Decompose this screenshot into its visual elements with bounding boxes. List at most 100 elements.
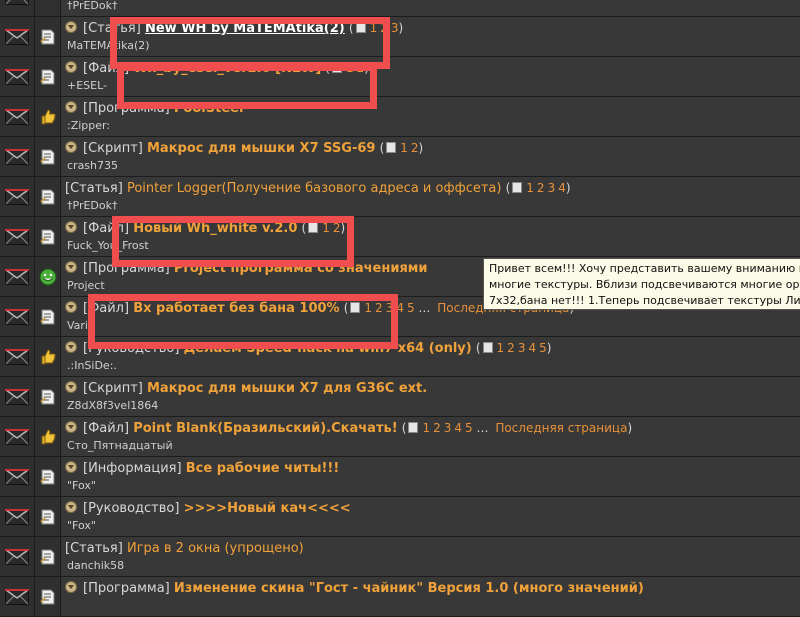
type-cell <box>35 377 61 416</box>
status-cell <box>0 297 35 336</box>
page-link[interactable]: 2 <box>375 301 383 315</box>
page-link[interactable]: 1 <box>422 421 430 435</box>
mail-icon <box>5 269 29 285</box>
page-link[interactable]: 3 <box>444 421 452 435</box>
page-link[interactable]: 3 <box>548 181 556 195</box>
topic-title-link[interactable]: Все рабочие читы!!! <box>186 461 340 476</box>
type-cell <box>35 177 61 216</box>
topic-title-link[interactable]: Project программа со значениями <box>174 261 428 276</box>
topic-title-link[interactable]: Делаем Speed-hack на win7 x64 (only) <box>184 341 472 356</box>
topic-prefix: [Информация] <box>83 461 182 476</box>
topic-row[interactable]: [Файл] Новый Wh_white v.2.0 (1 2) Fuck_You… <box>0 217 800 257</box>
page-link[interactable]: 2 <box>537 181 545 195</box>
topic-title-link[interactable]: Игра в 2 окна (упрощено) <box>127 541 304 556</box>
page-link[interactable]: 3 <box>391 21 399 35</box>
page-link[interactable]: 1 <box>364 301 372 315</box>
topic-title-link[interactable]: Новый Wh_white v.2.0 <box>133 221 297 236</box>
topic-author[interactable]: :Zipper: <box>67 119 110 132</box>
page-link[interactable]: 2 <box>507 341 515 355</box>
topic-title-link[interactable]: Вх работает без бана 100% <box>133 301 339 316</box>
topic-title-link[interactable]: Pointer Logger(Получение базового адреса… <box>127 181 501 196</box>
page-link[interactable]: 2 <box>333 221 341 235</box>
page-link[interactable]: 5 <box>407 301 415 315</box>
page-link[interactable]: 3 <box>518 341 526 355</box>
page-link[interactable]: 2 <box>433 421 441 435</box>
note-icon <box>39 388 57 406</box>
mail-icon <box>5 469 29 485</box>
topic-title-link[interactable]: Макрос для мышки X7 SSG-69 <box>147 141 375 156</box>
topic-bullet-icon <box>65 341 77 353</box>
mail-icon <box>5 109 29 125</box>
topic-author[interactable]: Z8dX8f3vel1864 <box>67 399 158 412</box>
topic-row[interactable]: [Скрипт] Макрос для мышки X7 SSG-69 (1 2)… <box>0 137 800 177</box>
topic-title-link[interactable]: Point Blank(Бразильский).Скачать! <box>133 421 397 436</box>
topic-row[interactable]: [Руководство] >>>>Новый кач<<<< "Fox" <box>0 497 800 537</box>
mail-icon <box>5 349 29 365</box>
last-page-link[interactable]: Последняя страница <box>495 421 627 435</box>
topic-author[interactable]: Project <box>67 279 105 292</box>
topic-row[interactable]: [Статья] Pointer Logger(Получение базово… <box>0 177 800 217</box>
topic-bullet-icon <box>65 301 77 313</box>
page-link[interactable]: 1 <box>526 181 534 195</box>
page-link[interactable]: 1 <box>322 221 330 235</box>
topic-author[interactable]: "Fox" <box>67 479 96 492</box>
topic-row[interactable]: [Файл] Point Blank(Бразильский).Скачать!… <box>0 417 800 457</box>
mail-icon <box>5 509 29 525</box>
page-link[interactable]: 4 <box>528 341 536 355</box>
page-link[interactable]: 5 <box>539 341 547 355</box>
topic-author[interactable]: †PrEDok† <box>67 199 117 212</box>
page-link[interactable]: 3 <box>386 301 394 315</box>
topic-row[interactable]: [Программа] PoolSteel:Zipper: <box>0 97 800 137</box>
topic-author[interactable]: MaTEMAtika(2) <box>67 39 150 52</box>
page-link[interactable]: 1 <box>400 141 408 155</box>
topic-row[interactable]: [Статья] Игра в 2 окна (упрощено) danchik… <box>0 537 800 577</box>
note-icon <box>39 308 57 326</box>
topic-bullet-icon <box>65 61 77 73</box>
topic-prefix: [Руководство] <box>83 501 180 516</box>
topic-author[interactable]: †PrEDok† <box>67 0 117 12</box>
mail-icon <box>5 429 29 445</box>
topic-cell: [Файл] Point Blank(Бразильский).Скачать!… <box>61 417 800 456</box>
topic-row[interactable]: [Статья] New WH by MaTEMAtika(2) (1 2 3) Ma… <box>0 17 800 57</box>
topic-author[interactable]: +ESEL- <box>67 79 107 92</box>
topic-author[interactable]: .:InSiDe:. <box>67 359 117 372</box>
topic-author[interactable]: Fuck_You_Frost <box>67 239 149 252</box>
page-link[interactable]: 1 <box>497 341 505 355</box>
topic-title-link[interactable]: >>>>Новый кач<<<< <box>184 501 351 516</box>
topic-title-link[interactable]: Wh_by_esel_ver2.0 [NEW] <box>133 61 321 76</box>
page-link[interactable]: 4 <box>558 181 566 195</box>
topic-author[interactable]: danchik58 <box>67 559 124 572</box>
page-link[interactable]: 2 <box>411 141 419 155</box>
page-link[interactable]: 2 <box>357 61 365 75</box>
topic-author[interactable]: "Fox" <box>67 519 96 532</box>
status-cell <box>0 337 35 376</box>
page-link[interactable]: 1 <box>370 21 378 35</box>
type-cell <box>35 537 61 576</box>
topic-bullet-icon <box>65 21 77 33</box>
topic-title-link[interactable]: Макрос для мышки X7 для G36C ext. <box>147 381 427 396</box>
topic-author[interactable]: crash735 <box>67 159 118 172</box>
topic-row[interactable]: [Информация] Все рабочие читы!!! "Fox" <box>0 457 800 497</box>
pages-icon <box>350 302 361 313</box>
page-link[interactable]: 2 <box>380 21 388 35</box>
page-links: (1 2) <box>301 221 346 235</box>
topic-row[interactable]: [Скрипт] Макрос для мышки X7 для G36C ex… <box>0 377 800 417</box>
pages-icon <box>386 142 397 153</box>
topic-row[interactable]: [Руководство] Делаем Speed-hack на win7 … <box>0 337 800 377</box>
topic-title-link[interactable]: PoolSteel <box>174 101 244 116</box>
mail-icon <box>5 69 29 85</box>
type-cell <box>35 0 61 16</box>
page-link[interactable]: 1 <box>346 61 354 75</box>
topic-preview-tooltip: Привет всем!!! Хочу представить вашему в… <box>483 258 800 310</box>
page-link[interactable]: 4 <box>396 301 404 315</box>
topic-row[interactable]: [Файл] Wh_by_esel_ver2.0 [NEW] (1 2) +ESEL… <box>0 57 800 97</box>
page-link[interactable]: 4 <box>454 421 462 435</box>
topic-row[interactable]: [Программа] Изменение скина "Гост - чайн… <box>0 577 800 617</box>
topic-author[interactable]: Varia <box>67 319 95 332</box>
tooltip-line: Привет всем!!! Хочу представить вашему в… <box>489 262 800 275</box>
topic-row[interactable]: †PrEDok† <box>0 0 800 17</box>
topic-title-link[interactable]: Изменение скина "Гост - чайник" Версия 1… <box>174 581 644 596</box>
topic-title-link[interactable]: New WH by MaTEMAtika(2) <box>145 21 345 36</box>
page-link[interactable]: 5 <box>465 421 473 435</box>
topic-author[interactable]: Сто_Пятнадцатый <box>67 439 173 452</box>
